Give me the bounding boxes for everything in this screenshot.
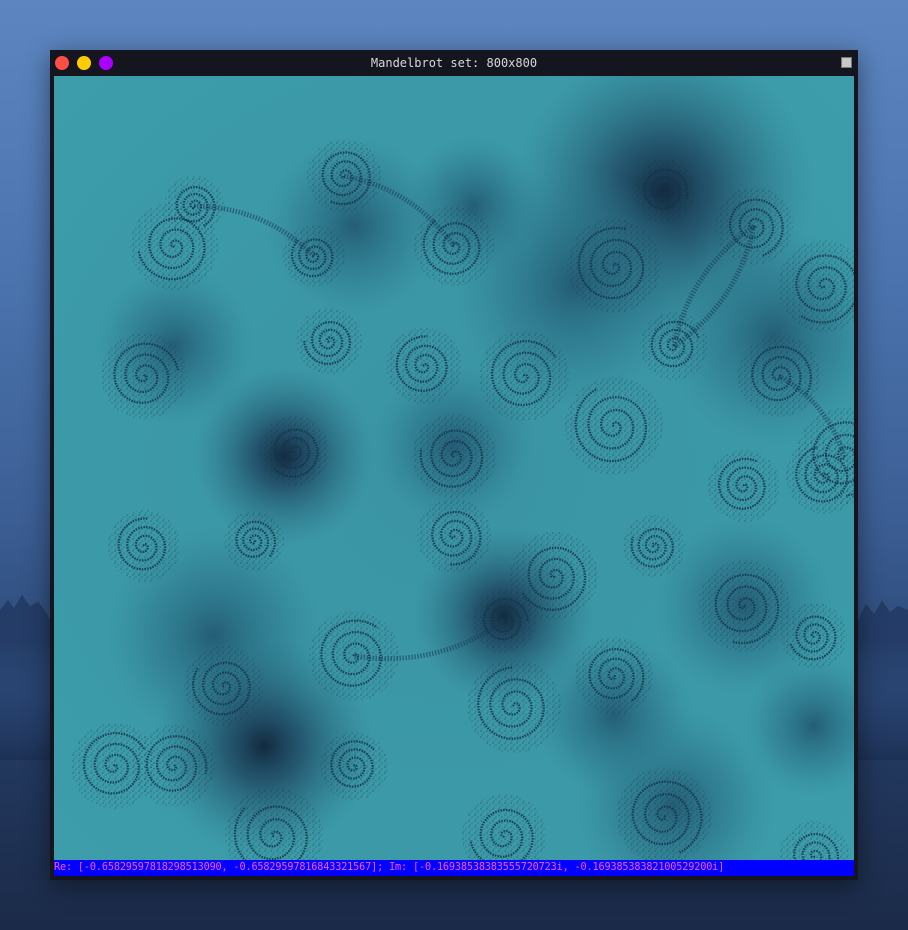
mandelbrot-canvas[interactable] <box>54 76 854 860</box>
app-window: Mandelbrot set: 800x800 Re: [-0.65829597… <box>50 50 858 880</box>
title-bar[interactable]: Mandelbrot set: 800x800 <box>50 50 858 76</box>
fractal-image <box>54 76 854 860</box>
status-bar: Re: [-0.65829597818298513090, -0.6582959… <box>54 860 854 876</box>
coordinate-range-text: Re: [-0.65829597818298513090, -0.6582959… <box>54 862 725 873</box>
window-title: Mandelbrot set: 800x800 <box>370 56 538 70</box>
restore-icon[interactable] <box>841 57 852 68</box>
